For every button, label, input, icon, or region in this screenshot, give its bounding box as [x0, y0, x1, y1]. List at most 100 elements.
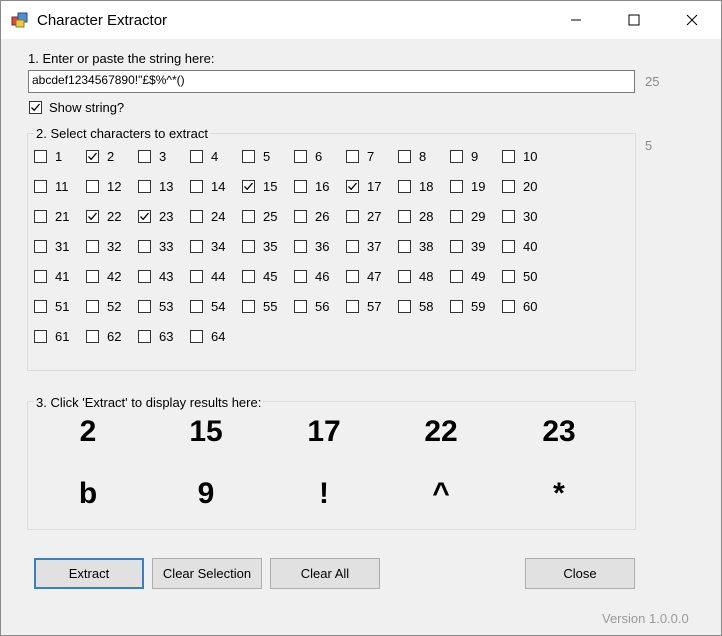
char-checkbox-box[interactable]: [190, 330, 203, 343]
char-checkbox-label: 3: [159, 149, 167, 164]
char-checkbox-box[interactable]: [86, 150, 99, 163]
clear-selection-button[interactable]: Clear Selection: [152, 558, 262, 589]
char-checkbox-box[interactable]: [346, 180, 359, 193]
char-checkbox-box[interactable]: [86, 300, 99, 313]
char-checkbox-box[interactable]: [502, 270, 515, 283]
char-checkbox-box[interactable]: [450, 270, 463, 283]
char-checkbox-box[interactable]: [34, 300, 47, 313]
char-checkbox-box[interactable]: [502, 210, 515, 223]
char-checkbox-label: 33: [159, 239, 174, 254]
extract-button[interactable]: Extract: [34, 558, 144, 589]
char-checkbox-box[interactable]: [190, 210, 203, 223]
close-button[interactable]: Close: [525, 558, 635, 589]
char-checkbox-box[interactable]: [190, 240, 203, 253]
char-checkbox-box[interactable]: [242, 150, 255, 163]
char-checkbox-box[interactable]: [502, 150, 515, 163]
char-checkbox-box[interactable]: [450, 300, 463, 313]
close-window-button[interactable]: [663, 1, 721, 39]
char-checkbox-box[interactable]: [34, 210, 47, 223]
char-checkbox-box[interactable]: [502, 240, 515, 253]
char-checkbox-label: 58: [419, 299, 434, 314]
char-checkbox-box[interactable]: [398, 180, 411, 193]
show-string-check[interactable]: [29, 101, 42, 114]
clear-all-button[interactable]: Clear All: [270, 558, 380, 589]
char-checkbox-box[interactable]: [294, 270, 307, 283]
char-checkbox-box[interactable]: [86, 210, 99, 223]
char-checkbox-box[interactable]: [294, 240, 307, 253]
step1-label: 1. Enter or paste the string here:: [28, 51, 215, 66]
char-checkbox-box[interactable]: [398, 270, 411, 283]
char-checkbox-label: 61: [55, 329, 70, 344]
char-checkbox-box[interactable]: [86, 270, 99, 283]
char-checkbox-box[interactable]: [502, 300, 515, 313]
char-checkbox-box[interactable]: [34, 150, 47, 163]
char-checkbox-label: 35: [263, 239, 278, 254]
char-checkbox-box[interactable]: [294, 180, 307, 193]
char-checkbox-box[interactable]: [294, 210, 307, 223]
char-checkbox-box[interactable]: [346, 210, 359, 223]
char-checkbox-label: 18: [419, 179, 434, 194]
char-checkbox-box[interactable]: [190, 180, 203, 193]
char-checkbox-box[interactable]: [450, 210, 463, 223]
char-checkbox-box[interactable]: [190, 300, 203, 313]
char-checkbox-box[interactable]: [86, 180, 99, 193]
char-checkbox-box[interactable]: [34, 240, 47, 253]
char-checkbox-box[interactable]: [190, 270, 203, 283]
char-checkbox-label: 57: [367, 299, 382, 314]
char-checkbox-box[interactable]: [138, 180, 151, 193]
char-checkbox-box[interactable]: [34, 180, 47, 193]
checkmark-icon: [88, 212, 97, 221]
char-checkbox-box[interactable]: [450, 180, 463, 193]
char-checkbox-box[interactable]: [138, 300, 151, 313]
char-checkbox-box[interactable]: [398, 240, 411, 253]
char-checkbox-box[interactable]: [502, 180, 515, 193]
char-checkbox-box[interactable]: [190, 150, 203, 163]
char-checkbox-box[interactable]: [450, 150, 463, 163]
char-checkbox-label: 36: [315, 239, 330, 254]
char-checkbox-box[interactable]: [242, 210, 255, 223]
char-checkbox-box[interactable]: [346, 240, 359, 253]
char-checkbox-box[interactable]: [398, 150, 411, 163]
char-checkbox-label: 24: [211, 209, 226, 224]
version-label: Version 1.0.0.0: [602, 611, 689, 626]
char-checkbox-label: 28: [419, 209, 434, 224]
char-checkbox-box[interactable]: [242, 300, 255, 313]
string-input[interactable]: abcdef1234567890!"£$%^*(): [28, 70, 635, 93]
char-checkbox-label: 12: [107, 179, 122, 194]
char-checkbox-box[interactable]: [242, 270, 255, 283]
char-checkbox-label: 42: [107, 269, 122, 284]
char-checkbox-box[interactable]: [294, 150, 307, 163]
char-checkbox-box[interactable]: [86, 330, 99, 343]
char-checkbox-label: 59: [471, 299, 486, 314]
char-checkbox-box[interactable]: [398, 300, 411, 313]
char-checkbox-box[interactable]: [346, 270, 359, 283]
char-checkbox-label: 48: [419, 269, 434, 284]
char-checkbox-label: 1: [55, 149, 63, 164]
char-checkbox-box[interactable]: [398, 210, 411, 223]
char-checkbox-box[interactable]: [138, 270, 151, 283]
char-checkbox-box[interactable]: [138, 240, 151, 253]
char-checkbox-box[interactable]: [242, 240, 255, 253]
char-checkbox-box[interactable]: [242, 180, 255, 193]
char-checkbox-label: 25: [263, 209, 278, 224]
maximize-icon: [628, 14, 640, 26]
char-checkbox-box[interactable]: [138, 150, 151, 163]
char-checkbox-box[interactable]: [34, 270, 47, 283]
char-checkbox-label: 50: [523, 269, 538, 284]
char-checkbox-box[interactable]: [86, 240, 99, 253]
char-checkbox-box[interactable]: [34, 330, 47, 343]
char-checkbox-label: 13: [159, 179, 174, 194]
char-checkbox-box[interactable]: [138, 330, 151, 343]
char-checkbox-box[interactable]: [450, 240, 463, 253]
maximize-button[interactable]: [605, 1, 663, 39]
char-checkbox-label: 29: [471, 209, 486, 224]
char-checkbox-box[interactable]: [294, 300, 307, 313]
char-checkbox-box[interactable]: [138, 210, 151, 223]
checkmark-icon: [244, 182, 253, 191]
minimize-button[interactable]: [547, 1, 605, 39]
char-checkbox-box[interactable]: [346, 300, 359, 313]
char-checkbox-label: 53: [159, 299, 174, 314]
minimize-icon: [571, 19, 581, 21]
char-checkbox-label: 2: [107, 149, 115, 164]
char-checkbox-box[interactable]: [346, 150, 359, 163]
